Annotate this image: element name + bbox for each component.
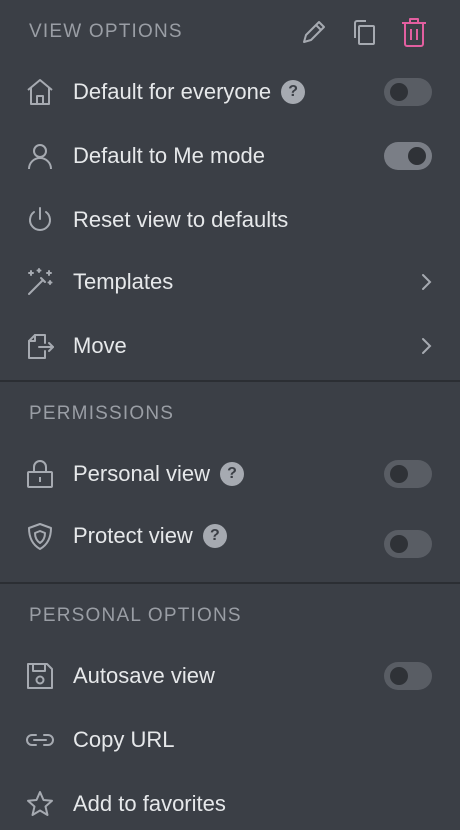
view-options-panel: VIEW OPTIONS Default for everyone ? Defa…	[0, 0, 460, 830]
copy-url-label: Copy URL	[73, 727, 175, 752]
autosave-view-toggle[interactable]	[384, 662, 432, 690]
autosave-view-row[interactable]: Autosave view	[0, 652, 460, 700]
add-to-favorites-label: Add to favorites	[73, 791, 226, 816]
protect-view-label: Protect view	[73, 523, 193, 548]
magic-wand-icon	[24, 266, 56, 298]
templates-label: Templates	[73, 269, 174, 294]
move-row[interactable]: Move	[0, 322, 460, 370]
add-to-favorites-row[interactable]: Add to favorites	[0, 780, 460, 828]
default-for-everyone-row[interactable]: Default for everyone ?	[0, 68, 460, 116]
chevron-right-icon	[422, 274, 432, 290]
section-divider	[0, 380, 460, 382]
personal-view-row[interactable]: Personal view ?	[0, 450, 460, 498]
help-icon[interactable]: ?	[219, 462, 244, 486]
autosave-view-label: Autosave view	[73, 663, 215, 688]
default-for-everyone-label: Default for everyone	[73, 79, 272, 104]
shield-icon	[24, 520, 56, 552]
default-to-me-mode-row[interactable]: Default to Me mode	[0, 132, 460, 180]
home-icon	[24, 76, 56, 108]
link-icon	[24, 724, 56, 756]
chevron-right-icon	[422, 338, 432, 354]
personal-options-header: PERSONAL OPTIONS	[29, 605, 242, 626]
help-icon[interactable]: ?	[202, 524, 227, 548]
section-divider	[0, 582, 460, 584]
star-icon	[24, 788, 56, 820]
reset-view-row[interactable]: Reset view to defaults	[0, 196, 460, 244]
protect-view-row[interactable]: Protect view ?	[0, 512, 460, 560]
person-icon	[24, 140, 56, 172]
permissions-header: PERMISSIONS	[29, 403, 175, 424]
reset-view-label: Reset view to defaults	[73, 207, 289, 232]
move-label: Move	[73, 333, 127, 358]
move-icon	[24, 330, 56, 362]
trash-icon[interactable]	[398, 16, 430, 48]
duplicate-icon[interactable]	[348, 16, 380, 48]
lock-icon	[24, 458, 56, 490]
personal-view-toggle[interactable]	[384, 460, 432, 488]
help-icon[interactable]: ?	[281, 80, 306, 104]
copy-url-row[interactable]: Copy URL	[0, 716, 460, 764]
personal-view-label: Personal view	[73, 461, 210, 486]
pencil-icon[interactable]	[298, 16, 330, 48]
view-options-header: VIEW OPTIONS	[29, 21, 183, 42]
save-icon	[24, 660, 56, 692]
header-actions	[298, 16, 430, 48]
power-icon	[24, 204, 56, 236]
templates-row[interactable]: Templates	[0, 258, 460, 306]
default-to-me-mode-label: Default to Me mode	[73, 143, 265, 168]
default-for-everyone-toggle[interactable]	[384, 78, 432, 106]
protect-view-toggle[interactable]	[384, 530, 432, 558]
default-to-me-mode-toggle[interactable]	[384, 142, 432, 170]
